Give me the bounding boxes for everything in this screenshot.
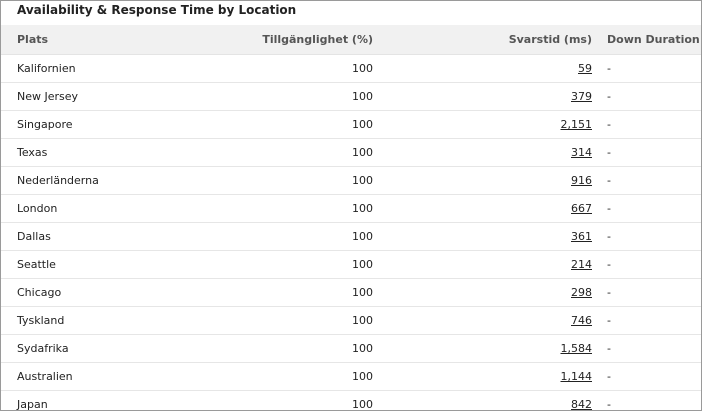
- response-time-cell: 59: [578, 55, 592, 83]
- table-row: Kalifornien 100 59 -: [1, 55, 701, 83]
- response-time-link[interactable]: 1,584: [561, 342, 593, 355]
- response-time-link[interactable]: 667: [571, 202, 592, 215]
- location-cell: Chicago: [17, 286, 62, 299]
- down-duration-cell: -: [607, 174, 611, 187]
- availability-cell: 100: [352, 202, 373, 215]
- availability-cell: 100: [352, 342, 373, 355]
- down-duration-cell: -: [607, 90, 611, 103]
- availability-cell: 100: [352, 314, 373, 327]
- down-duration-cell: -: [607, 342, 611, 355]
- response-time-cell: 842: [571, 391, 592, 410]
- down-duration-cell: -: [607, 258, 611, 271]
- availability-cell: 100: [352, 286, 373, 299]
- response-time-link[interactable]: 379: [571, 90, 592, 103]
- down-duration-cell: -: [607, 146, 611, 159]
- response-time-cell: 214: [571, 251, 592, 279]
- response-time-link[interactable]: 746: [571, 314, 592, 327]
- down-duration-cell: -: [607, 230, 611, 243]
- location-cell: Tyskland: [17, 314, 65, 327]
- response-time-cell: 1,584: [561, 335, 593, 363]
- table-row: Japan 100 842 -: [1, 391, 701, 411]
- response-time-cell: 361: [571, 223, 592, 251]
- availability-cell: 100: [352, 398, 373, 411]
- column-header-availability: Tillgänglighet (%): [262, 33, 373, 46]
- down-duration-cell: -: [607, 398, 611, 411]
- response-time-link[interactable]: 2,151: [561, 118, 593, 131]
- response-time-link[interactable]: 214: [571, 258, 592, 271]
- availability-cell: 100: [352, 118, 373, 131]
- down-duration-cell: -: [607, 62, 611, 75]
- response-time-link[interactable]: 314: [571, 146, 592, 159]
- down-duration-cell: -: [607, 370, 611, 383]
- table-row: Texas 100 314 -: [1, 139, 701, 167]
- response-time-cell: 298: [571, 279, 592, 307]
- response-time-link[interactable]: 361: [571, 230, 592, 243]
- down-duration-cell: -: [607, 286, 611, 299]
- location-cell: New Jersey: [17, 90, 79, 103]
- response-time-cell: 667: [571, 195, 592, 223]
- response-time-cell: 746: [571, 307, 592, 335]
- response-time-link[interactable]: 916: [571, 174, 592, 187]
- table-row: Nederländerna 100 916 -: [1, 167, 701, 195]
- availability-panel: Availability & Response Time by Location…: [0, 0, 702, 411]
- column-header-location: Plats: [17, 33, 49, 46]
- table-row: Dallas 100 361 -: [1, 223, 701, 251]
- availability-cell: 100: [352, 370, 373, 383]
- table-row: Chicago 100 298 -: [1, 279, 701, 307]
- availability-cell: 100: [352, 174, 373, 187]
- availability-cell: 100: [352, 146, 373, 159]
- table-row: London 100 667 -: [1, 195, 701, 223]
- column-header-response-time: Svarstid (ms): [508, 33, 592, 46]
- availability-cell: 100: [352, 62, 373, 75]
- column-header-down-duration: Down Duration: [607, 33, 700, 46]
- panel-title: Availability & Response Time by Location: [17, 3, 297, 17]
- table-row: Seattle 100 214 -: [1, 251, 701, 279]
- response-time-link[interactable]: 1,144: [561, 370, 593, 383]
- location-cell: Dallas: [17, 230, 51, 243]
- response-time-link[interactable]: 59: [578, 62, 592, 75]
- availability-cell: 100: [352, 90, 373, 103]
- location-cell: Australien: [17, 370, 73, 383]
- availability-cell: 100: [352, 230, 373, 243]
- down-duration-cell: -: [607, 314, 611, 327]
- table-row: Singapore 100 2,151 -: [1, 111, 701, 139]
- location-cell: Kalifornien: [17, 62, 76, 75]
- table-row: New Jersey 100 379 -: [1, 83, 701, 111]
- response-time-cell: 1,144: [561, 363, 593, 391]
- table-header: Plats Tillgänglighet (%) Svarstid (ms) D…: [1, 25, 701, 55]
- location-cell: Singapore: [17, 118, 73, 131]
- table-row: Australien 100 1,144 -: [1, 363, 701, 391]
- response-time-cell: 916: [571, 167, 592, 195]
- table-row: Sydafrika 100 1,584 -: [1, 335, 701, 363]
- location-cell: London: [17, 202, 58, 215]
- response-time-link[interactable]: 298: [571, 286, 592, 299]
- availability-cell: 100: [352, 258, 373, 271]
- location-cell: Nederländerna: [17, 174, 99, 187]
- location-cell: Seattle: [17, 258, 56, 271]
- response-time-cell: 2,151: [561, 111, 593, 139]
- down-duration-cell: -: [607, 118, 611, 131]
- response-time-cell: 379: [571, 83, 592, 111]
- location-cell: Texas: [17, 146, 48, 159]
- location-cell: Japan: [17, 398, 48, 411]
- table-row: Tyskland 100 746 -: [1, 307, 701, 335]
- down-duration-cell: -: [607, 202, 611, 215]
- location-cell: Sydafrika: [17, 342, 69, 355]
- response-time-cell: 314: [571, 139, 592, 167]
- response-time-link[interactable]: 842: [571, 398, 592, 410]
